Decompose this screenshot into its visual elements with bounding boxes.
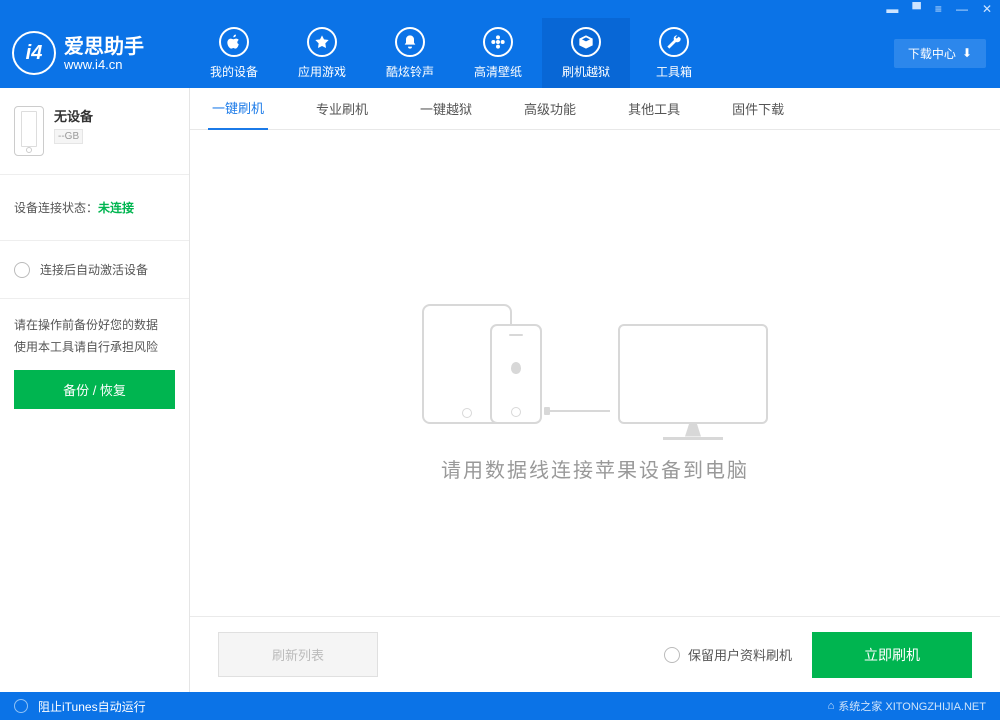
backup-section: 请在操作前备份好您的数据 使用本工具请自行承担风险 备份 / 恢复 bbox=[0, 299, 189, 425]
subtab-jailbreak[interactable]: 一键越狱 bbox=[416, 88, 476, 129]
watermark: ⌂ 系统之家 XITONGZHIJIA.NET bbox=[828, 698, 986, 714]
flower-icon bbox=[483, 27, 513, 57]
status-value: 未连接 bbox=[98, 201, 134, 215]
device-name: 无设备 bbox=[54, 106, 93, 125]
subtab-firmware[interactable]: 固件下载 bbox=[728, 88, 788, 129]
connection-status: 设备连接状态：未连接 bbox=[0, 175, 189, 241]
download-icon: ⬇ bbox=[962, 46, 972, 60]
auto-activate-option[interactable]: 连接后自动激活设备 bbox=[0, 241, 189, 299]
sidebar: 无设备 --GB 设备连接状态：未连接 连接后自动激活设备 请在操作前备份好您的… bbox=[0, 88, 190, 692]
watermark-icon: ⌂ bbox=[828, 700, 835, 712]
feedback-icon[interactable]: ▬ bbox=[886, 2, 898, 16]
radio-icon bbox=[14, 699, 28, 713]
radio-icon bbox=[664, 647, 680, 663]
backup-restore-button[interactable]: 备份 / 恢复 bbox=[14, 370, 175, 409]
titlebar: ▬ ▀ ≡ — ✕ bbox=[0, 0, 1000, 18]
skin-icon[interactable]: ▀ bbox=[912, 2, 921, 16]
subtabs: 一键刷机 专业刷机 一键越狱 高级功能 其他工具 固件下载 bbox=[190, 88, 1000, 130]
device-info: 无设备 --GB bbox=[0, 88, 189, 175]
subtab-other-tools[interactable]: 其他工具 bbox=[624, 88, 684, 129]
nav-toolbox[interactable]: 工具箱 bbox=[630, 18, 718, 88]
device-illustration bbox=[415, 264, 775, 424]
action-bar: 刷新列表 保留用户资料刷机 立即刷机 bbox=[190, 616, 1000, 692]
download-center-button[interactable]: 下载中心 ⬇ bbox=[894, 39, 986, 68]
cable-icon bbox=[550, 410, 610, 412]
box-icon bbox=[571, 27, 601, 57]
bottombar: 阻止iTunes自动运行 ⌂ 系统之家 XITONGZHIJIA.NET bbox=[0, 692, 1000, 720]
main-nav: 我的设备 应用游戏 酷炫铃声 高清壁纸 刷机越狱 工具箱 bbox=[190, 18, 718, 88]
menu-icon[interactable]: ≡ bbox=[935, 2, 942, 16]
connect-message: 请用数据线连接苹果设备到电脑 bbox=[441, 454, 749, 483]
refresh-list-button[interactable]: 刷新列表 bbox=[218, 632, 378, 677]
subtab-oneclick-flash[interactable]: 一键刷机 bbox=[208, 87, 268, 130]
nav-ringtones[interactable]: 酷炫铃声 bbox=[366, 18, 454, 88]
bell-icon bbox=[395, 27, 425, 57]
main-panel: 一键刷机 专业刷机 一键越狱 高级功能 其他工具 固件下载 请用数据线连接苹果设… bbox=[190, 88, 1000, 692]
app-url: www.i4.cn bbox=[64, 58, 144, 71]
device-size: --GB bbox=[54, 129, 83, 144]
apple-icon bbox=[219, 27, 249, 57]
close-icon[interactable]: ✕ bbox=[982, 2, 992, 16]
radio-icon bbox=[14, 262, 30, 278]
nav-my-device[interactable]: 我的设备 bbox=[190, 18, 278, 88]
nav-apps[interactable]: 应用游戏 bbox=[278, 18, 366, 88]
subtab-advanced[interactable]: 高级功能 bbox=[520, 88, 580, 129]
subtab-pro-flash[interactable]: 专业刷机 bbox=[312, 88, 372, 129]
minimize-icon[interactable]: — bbox=[956, 2, 968, 16]
nav-wallpapers[interactable]: 高清壁纸 bbox=[454, 18, 542, 88]
logo-icon: i4 bbox=[12, 31, 56, 75]
keep-user-data-option[interactable]: 保留用户资料刷机 bbox=[664, 645, 792, 664]
block-itunes-option[interactable]: 阻止iTunes自动运行 bbox=[38, 698, 146, 715]
wrench-icon bbox=[659, 27, 689, 57]
logo[interactable]: i4 爱思助手 www.i4.cn bbox=[0, 31, 190, 75]
monitor-icon bbox=[618, 324, 768, 424]
iphone-icon bbox=[490, 324, 542, 424]
nav-flash-jailbreak[interactable]: 刷机越狱 bbox=[542, 18, 630, 88]
app-name: 爱思助手 bbox=[64, 36, 144, 58]
phone-icon bbox=[14, 106, 44, 156]
header: i4 爱思助手 www.i4.cn 我的设备 应用游戏 酷炫铃声 高清壁纸 刷机… bbox=[0, 18, 1000, 88]
content-area: 请用数据线连接苹果设备到电脑 bbox=[190, 130, 1000, 616]
appstore-icon bbox=[307, 27, 337, 57]
flash-now-button[interactable]: 立即刷机 bbox=[812, 632, 972, 678]
